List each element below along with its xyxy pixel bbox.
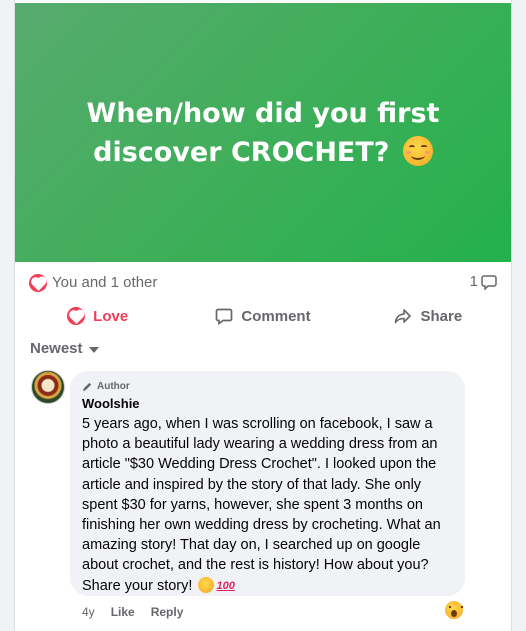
post-card: When/how did you first discover CROCHET?… <box>14 0 512 631</box>
comment-author-name[interactable]: Woolshie <box>82 396 453 411</box>
love-label: Love <box>93 307 129 325</box>
comment-count[interactable]: 1 <box>470 273 497 290</box>
reactions-summary: You and 1 other 1 <box>15 270 511 296</box>
comment-like-button[interactable]: Like <box>111 605 135 619</box>
love-icon <box>67 307 86 325</box>
sort-label: Newest <box>30 340 83 357</box>
love-button[interactable]: Love <box>15 300 180 332</box>
share-label: Share <box>420 307 463 325</box>
wow-reaction-icon[interactable] <box>445 601 463 619</box>
reaction-count-text[interactable]: You and 1 other <box>52 274 157 291</box>
comment-text-body: 5 years ago, when I was scrolling on fac… <box>82 416 441 594</box>
smiling-emoji-icon <box>402 135 433 166</box>
post-image[interactable]: When/how did you first discover CROCHET? <box>15 3 511 262</box>
author-badge: Author <box>82 379 453 393</box>
share-button[interactable]: Share <box>346 300 511 332</box>
commenter-avatar[interactable] <box>31 370 65 404</box>
comment-count-number: 1 <box>469 273 478 290</box>
author-badge-label: Author <box>97 380 130 392</box>
post-headline: When/how did you first discover CROCHET? <box>86 97 440 168</box>
comment-sort-dropdown[interactable]: Newest <box>30 340 99 357</box>
post-image-text: When/how did you first discover CROCHET? <box>63 94 463 172</box>
share-icon <box>395 309 412 324</box>
comment-timestamp[interactable]: 4y <box>82 605 95 619</box>
comment-bubble: Author Woolshie 5 years ago, when I was … <box>70 371 465 596</box>
comment-button[interactable]: Comment <box>180 300 345 332</box>
comment-label: Comment <box>241 307 311 325</box>
hundred-points-icon: 100 <box>216 579 235 592</box>
comment-bubble-icon <box>481 274 497 290</box>
comment-icon <box>216 308 233 325</box>
pencil-icon <box>82 382 92 391</box>
chevron-down-icon <box>88 346 99 353</box>
comment-text: 5 years ago, when I was scrolling on fac… <box>82 414 453 596</box>
comment-meta: 4y Like Reply <box>82 605 183 619</box>
grinning-emoji-icon <box>198 576 215 593</box>
post-actions-bar: Love Comment Share <box>15 300 511 332</box>
comment-reply-button[interactable]: Reply <box>151 605 184 619</box>
love-reaction-icon[interactable] <box>29 274 47 292</box>
